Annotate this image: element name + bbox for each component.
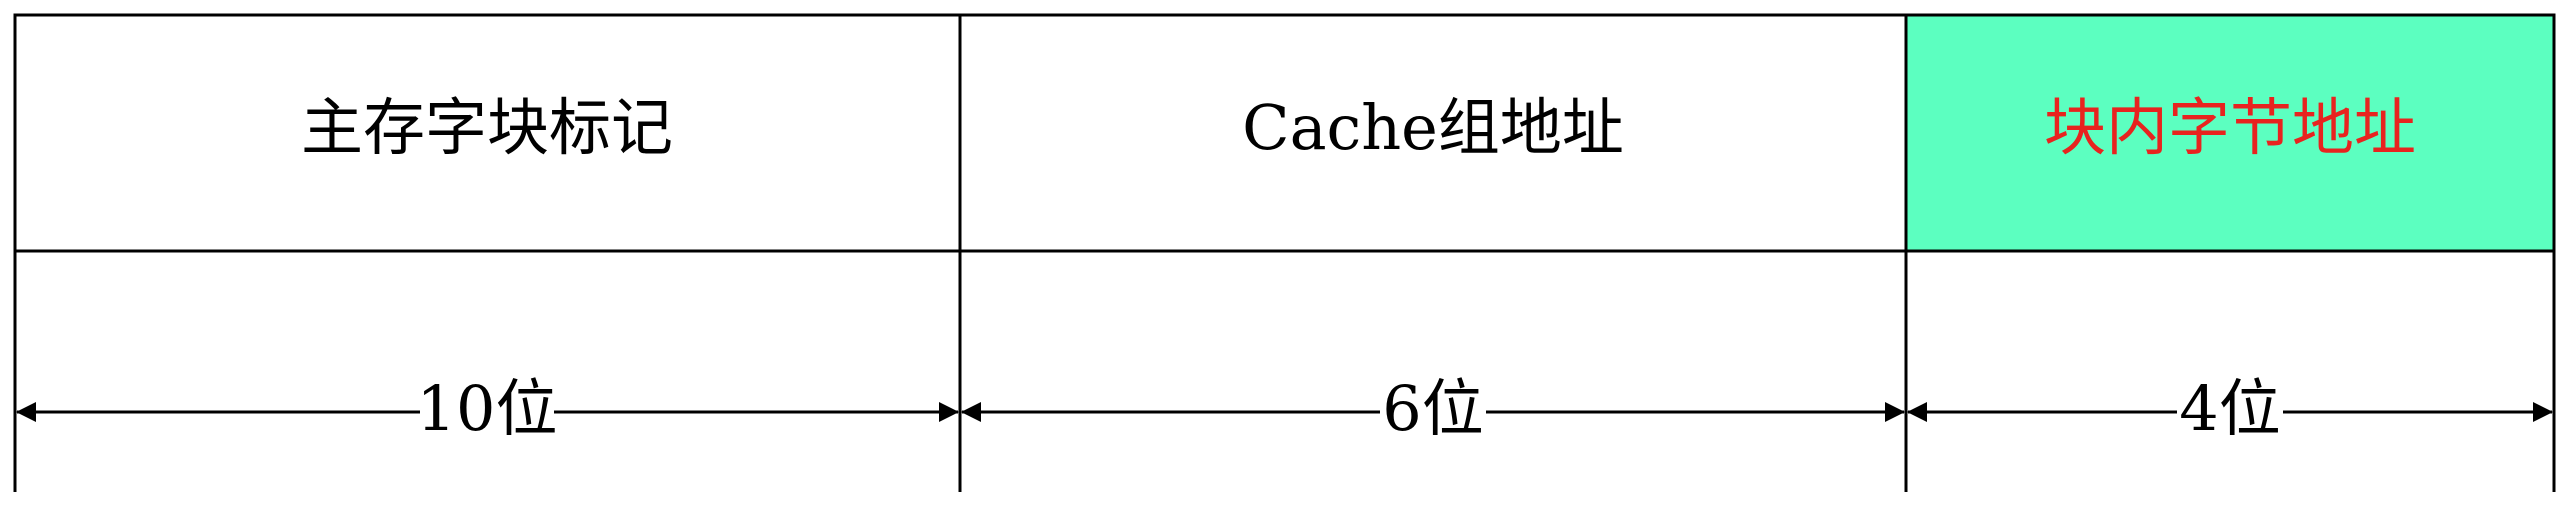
width-label-offset: 4位 <box>2179 372 2280 445</box>
field-label-offset: 块内字节地址 <box>2044 91 2416 164</box>
width-labels: 10位 6位 4位 <box>417 372 2281 445</box>
field-labels: 主存字块标记 Cache组地址 块内字节地址 <box>301 91 2416 164</box>
width-label-set: 6位 <box>1382 372 1483 445</box>
width-label-tag: 10位 <box>417 372 558 445</box>
field-label-tag: 主存字块标记 <box>301 91 673 164</box>
extension-lines <box>13 251 2556 492</box>
address-format-diagram: 主存字块标记 Cache组地址 块内字节地址 10位 6位 4位 <box>13 13 2556 492</box>
field-label-set: Cache组地址 <box>1242 91 1624 164</box>
